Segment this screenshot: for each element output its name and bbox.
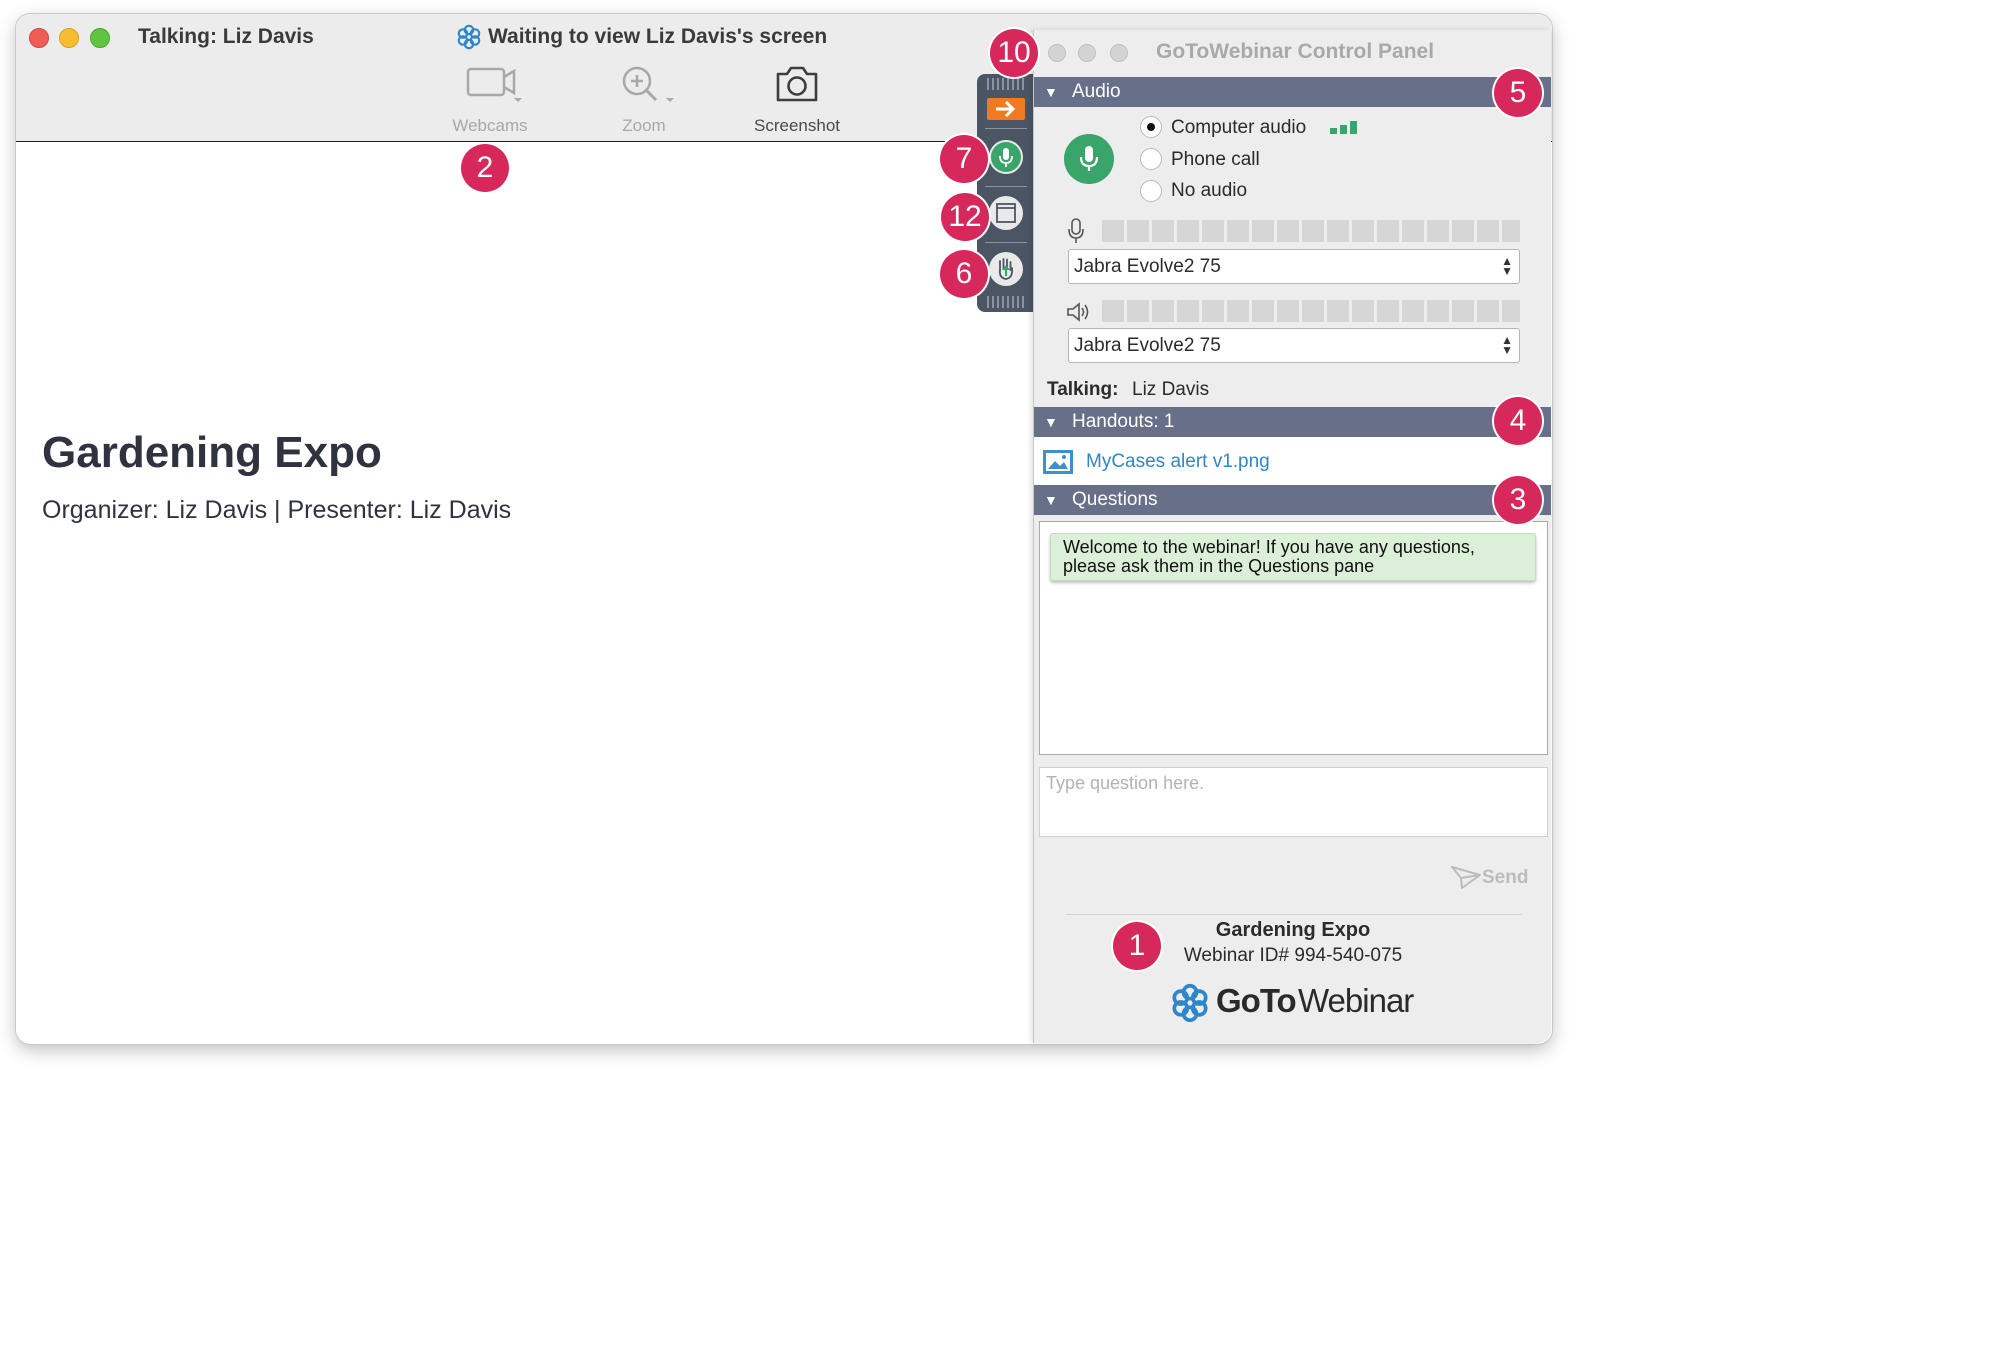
speaker-select[interactable]: Jabra Evolve2 75 ▲ ▼ xyxy=(1068,328,1520,363)
control-panel: GoToWebinar Control Panel ▼ Audio Comput… xyxy=(1033,30,1551,1043)
handout-item[interactable]: MyCases alert v1.png xyxy=(1034,437,1551,485)
presentation-title: Gardening Expo xyxy=(42,428,382,477)
annotation-badge: 7 xyxy=(940,135,988,183)
questions-section-header[interactable]: ▼ Questions xyxy=(1034,485,1551,515)
panel-minimize-button[interactable] xyxy=(1078,44,1096,62)
tab-separator xyxy=(985,186,1027,187)
no-audio-radio[interactable] xyxy=(1140,180,1162,202)
grab-tab-grip-top[interactable] xyxy=(987,78,1025,90)
maximize-window-button[interactable] xyxy=(90,28,110,48)
talking-label: Talking: xyxy=(1047,379,1119,400)
raise-hand-icon xyxy=(994,256,1018,287)
screenshot-label: Screenshot xyxy=(754,116,840,135)
panel-title: GoToWebinar Control Panel xyxy=(1156,40,1435,63)
mute-toggle-button[interactable] xyxy=(989,140,1023,174)
handouts-header-label: Handouts: 1 xyxy=(1072,411,1175,432)
footer-webinar-id: Webinar ID# 994-540-075 xyxy=(1183,945,1403,966)
logo-brand-light: Webinar xyxy=(1298,982,1414,1019)
raise-hand-button[interactable] xyxy=(989,252,1023,286)
annotation-badge: 3 xyxy=(1494,476,1542,524)
talking-name: Liz Davis xyxy=(1132,379,1210,400)
question-input[interactable]: Type question here. xyxy=(1039,767,1548,837)
tab-separator xyxy=(985,242,1027,243)
footer-event-name: Gardening Expo xyxy=(1215,919,1371,941)
screenshot-button[interactable]: Screenshot xyxy=(748,64,846,144)
welcome-message: Welcome to the webinar! If you have any … xyxy=(1050,533,1536,581)
computer-audio-label: Computer audio xyxy=(1171,117,1307,138)
webcams-button[interactable]: Webcams xyxy=(444,64,536,144)
speaker-icon xyxy=(1066,301,1094,328)
microphone-level-meter xyxy=(1102,220,1520,242)
logo-brand-bold: GoTo xyxy=(1216,982,1297,1019)
annotation-badge: 4 xyxy=(1494,397,1542,445)
annotation-badge: 2 xyxy=(461,144,509,192)
zoom-icon xyxy=(620,64,680,109)
gotowebinar-logo: GoTo Webinar xyxy=(1170,980,1430,1024)
handouts-section-header[interactable]: ▼ Handouts: 1 xyxy=(1034,407,1551,437)
annotation-badge: 6 xyxy=(940,250,988,298)
select-arrows-icon: ▲ ▼ xyxy=(1501,254,1513,278)
send-icon xyxy=(1450,864,1482,895)
audio-mute-button[interactable] xyxy=(1064,134,1114,184)
collapse-triangle-icon: ▼ xyxy=(1044,414,1058,430)
webcam-icon xyxy=(466,64,526,109)
speaker-level-meter xyxy=(1102,300,1520,322)
annotation-badge: 12 xyxy=(941,193,989,241)
send-label: Send xyxy=(1482,867,1529,888)
collapse-triangle-icon: ▼ xyxy=(1044,492,1058,508)
speaker-select-value: Jabra Evolve2 75 xyxy=(1074,335,1221,356)
talking-title: Talking: Liz Davis xyxy=(138,25,314,48)
collapse-triangle-icon: ▼ xyxy=(1044,84,1058,100)
image-file-icon xyxy=(1042,449,1074,480)
minimize-window-button[interactable] xyxy=(59,28,79,48)
microphone-select-value: Jabra Evolve2 75 xyxy=(1074,256,1221,277)
zoom-label: Zoom xyxy=(622,116,666,135)
select-arrows-icon: ▲ ▼ xyxy=(1501,333,1513,357)
collapse-panel-button[interactable] xyxy=(987,98,1025,120)
microphone-icon xyxy=(998,147,1014,174)
status-title: Waiting to view Liz Davis's screen xyxy=(488,25,828,48)
footer-divider xyxy=(1066,914,1522,915)
webcams-label: Webcams xyxy=(452,116,528,135)
send-button[interactable]: Send xyxy=(1450,864,1532,892)
tab-separator xyxy=(985,128,1027,129)
close-window-button[interactable] xyxy=(29,28,49,48)
phone-call-radio[interactable] xyxy=(1140,148,1162,170)
annotation-badge: 5 xyxy=(1494,69,1542,117)
annotation-badge: 10 xyxy=(990,29,1038,77)
audio-section-header[interactable]: ▼ Audio xyxy=(1034,77,1551,107)
audio-header-label: Audio xyxy=(1072,81,1121,102)
window-icon xyxy=(995,202,1017,229)
questions-log[interactable]: Welcome to the webinar! If you have any … xyxy=(1039,521,1548,755)
phone-call-label: Phone call xyxy=(1171,149,1260,170)
handout-file-link[interactable]: MyCases alert v1.png xyxy=(1086,451,1270,473)
gotowebinar-flower-icon xyxy=(456,24,482,55)
presentation-subtitle: Organizer: Liz Davis | Presenter: Liz Da… xyxy=(42,496,512,524)
signal-strength-icon xyxy=(1330,120,1362,139)
microphone-select[interactable]: Jabra Evolve2 75 ▲ ▼ xyxy=(1068,249,1520,284)
computer-audio-radio[interactable] xyxy=(1140,116,1162,138)
questions-header-label: Questions xyxy=(1072,489,1158,510)
no-audio-label: No audio xyxy=(1171,180,1248,201)
question-input-placeholder: Type question here. xyxy=(1046,773,1205,793)
annotation-badge: 1 xyxy=(1113,922,1161,970)
zoom-button[interactable]: Zoom xyxy=(602,64,686,144)
camera-icon xyxy=(774,64,820,109)
panel-close-button[interactable] xyxy=(1048,44,1066,62)
gotowebinar-flower-icon xyxy=(1170,983,1210,1028)
microphone-level-icon xyxy=(1066,218,1086,251)
microphone-icon xyxy=(1079,145,1099,178)
panel-zoom-button[interactable] xyxy=(1110,44,1128,62)
grab-tab-grip-bottom[interactable] xyxy=(987,296,1025,308)
show-window-button[interactable] xyxy=(989,196,1023,230)
arrow-right-icon xyxy=(994,99,1018,124)
